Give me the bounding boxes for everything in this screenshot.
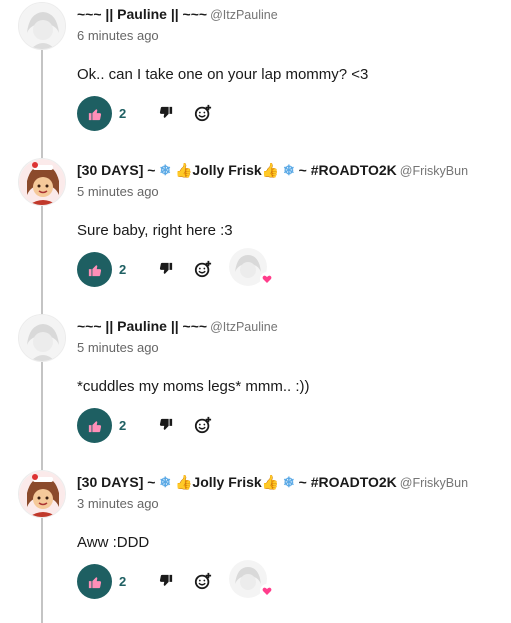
heart-icon bbox=[260, 584, 274, 598]
avatar[interactable] bbox=[18, 158, 66, 206]
thumbs-up-icon bbox=[88, 264, 101, 276]
reactor-avatar[interactable] bbox=[229, 560, 274, 602]
like-count: 2 bbox=[119, 106, 127, 121]
dislike-button[interactable] bbox=[157, 572, 175, 590]
add-reaction-button[interactable] bbox=[192, 102, 214, 124]
add-reaction-icon bbox=[194, 416, 212, 434]
like-button[interactable] bbox=[77, 96, 112, 131]
thumbs-down-icon bbox=[159, 106, 173, 118]
like-count: 2 bbox=[119, 418, 127, 433]
like-count: 2 bbox=[119, 262, 127, 277]
display-name[interactable]: ~~~ || Pauline || ~~~ bbox=[77, 318, 207, 334]
dislike-button[interactable] bbox=[157, 260, 175, 278]
comment-actions: 2 bbox=[77, 560, 377, 600]
add-reaction-icon bbox=[194, 260, 212, 278]
comment: ~~~ || Pauline || ~~~ @ItzPauline 5 minut… bbox=[0, 312, 511, 468]
timestamp: 5 minutes ago bbox=[77, 340, 159, 355]
avatar[interactable] bbox=[18, 470, 66, 518]
timestamp: 5 minutes ago bbox=[77, 184, 159, 199]
comment-actions: 2 bbox=[77, 248, 377, 288]
comment-actions: 2 bbox=[77, 408, 377, 444]
thumbs-down-icon bbox=[159, 262, 173, 274]
comment: [30 DAYS] ~ ❄ 👍Jolly Frisk👍 ❄ ~ #ROADTO2… bbox=[0, 468, 511, 623]
user-handle[interactable]: @FriskyBun bbox=[400, 164, 468, 178]
like-button[interactable] bbox=[77, 408, 112, 443]
like-count: 2 bbox=[119, 574, 127, 589]
add-reaction-button[interactable] bbox=[192, 258, 214, 280]
comment-header: ~~~ || Pauline || ~~~ @ItzPauline bbox=[77, 6, 278, 22]
comment-header: [30 DAYS] ~ ❄ 👍Jolly Frisk👍 ❄ ~ #ROADTO2… bbox=[77, 474, 468, 491]
comment-text: Ok.. can I take one on your lap mommy? <… bbox=[77, 66, 369, 83]
comment: ~~~ || Pauline || ~~~ @ItzPauline 6 minut… bbox=[0, 0, 511, 156]
user-handle[interactable]: @ItzPauline bbox=[210, 320, 278, 334]
like-button[interactable] bbox=[77, 252, 112, 287]
thumbs-down-icon bbox=[159, 418, 173, 430]
avatar[interactable] bbox=[18, 2, 66, 50]
reactor-avatar[interactable] bbox=[229, 248, 274, 290]
comment-actions: 2 bbox=[77, 96, 377, 132]
comment-header: [30 DAYS] ~ ❄ 👍Jolly Frisk👍 ❄ ~ #ROADTO2… bbox=[77, 162, 468, 179]
display-name[interactable]: ~~~ || Pauline || ~~~ bbox=[77, 6, 207, 22]
comment-header: ~~~ || Pauline || ~~~ @ItzPauline bbox=[77, 318, 278, 334]
add-reaction-icon bbox=[194, 572, 212, 590]
user-handle[interactable]: @FriskyBun bbox=[400, 476, 468, 490]
display-name[interactable]: [30 DAYS] ~ ❄ 👍Jolly Frisk👍 ❄ ~ #ROADTO2… bbox=[77, 162, 397, 178]
snowflake-icon: ❄ bbox=[283, 162, 295, 178]
comment-text: *cuddles my moms legs* mmm.. :)) bbox=[77, 378, 310, 395]
timestamp: 3 minutes ago bbox=[77, 496, 159, 511]
like-button[interactable] bbox=[77, 564, 112, 599]
dislike-button[interactable] bbox=[157, 104, 175, 122]
thumbs-up-icon bbox=[88, 108, 101, 120]
snowflake-icon: ❄ bbox=[283, 474, 295, 490]
user-handle[interactable]: @ItzPauline bbox=[210, 8, 278, 22]
snowflake-icon: ❄ bbox=[159, 474, 172, 490]
dislike-button[interactable] bbox=[157, 416, 175, 434]
avatar[interactable] bbox=[18, 314, 66, 362]
timestamp: 6 minutes ago bbox=[77, 28, 159, 43]
add-reaction-button[interactable] bbox=[192, 570, 214, 592]
snowflake-icon: ❄ bbox=[159, 162, 172, 178]
comment-text: Sure baby, right here :3 bbox=[77, 222, 233, 239]
add-reaction-icon bbox=[194, 104, 212, 122]
add-reaction-button[interactable] bbox=[192, 414, 214, 436]
comment: [30 DAYS] ~ ❄ 👍Jolly Frisk👍 ❄ ~ #ROADTO2… bbox=[0, 156, 511, 312]
comment-text: Aww :DDD bbox=[77, 534, 150, 551]
thumbs-up-icon bbox=[88, 420, 101, 432]
display-name[interactable]: [30 DAYS] ~ ❄ 👍Jolly Frisk👍 ❄ ~ #ROADTO2… bbox=[77, 474, 397, 490]
thumbs-down-icon bbox=[159, 574, 173, 586]
thumbs-up-icon bbox=[88, 576, 101, 588]
heart-icon bbox=[260, 272, 274, 286]
